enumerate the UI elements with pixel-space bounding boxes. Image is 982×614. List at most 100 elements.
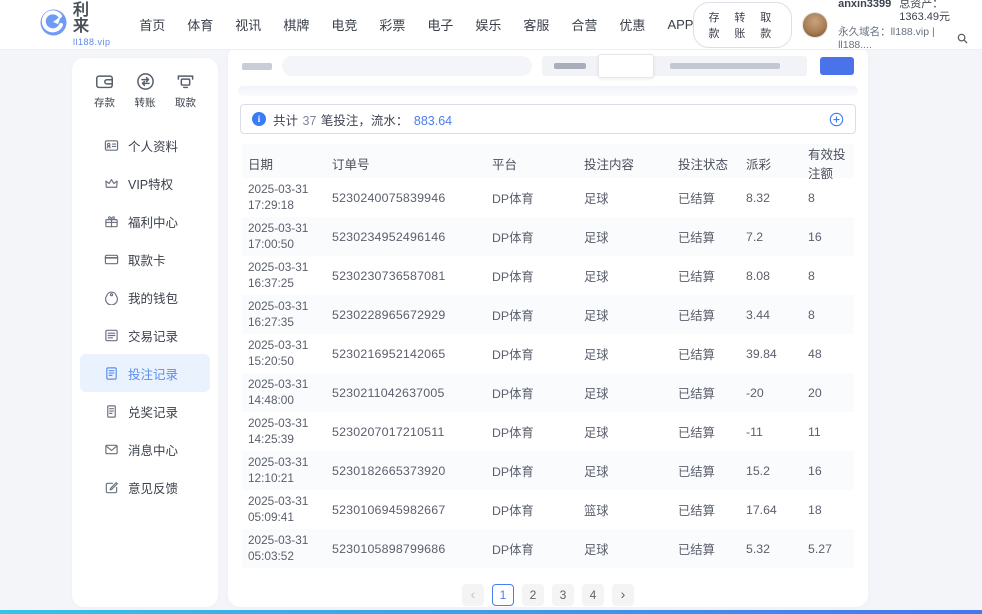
- nav-item[interactable]: 合营: [571, 15, 597, 34]
- shortcut-icon: [176, 72, 195, 91]
- menu-item-icon: [104, 214, 119, 229]
- nav-item[interactable]: 彩票: [379, 15, 405, 34]
- shortcut-label: 转账: [135, 95, 156, 110]
- nav-item[interactable]: 娱乐: [475, 15, 501, 34]
- cell-date: 2025-03-3114:25:39: [242, 416, 326, 448]
- cell-valid-amount: 16: [802, 230, 854, 244]
- menu-item-label: 意见反馈: [128, 478, 178, 497]
- pagination-pages: 1 2 3 4: [492, 584, 604, 606]
- sidebar: 存款 转账 取款 个人资料 VIP特权: [72, 58, 218, 607]
- menu-item-label: 消息中心: [128, 440, 178, 459]
- sidebar-menu-item[interactable]: 取款卡: [80, 240, 210, 278]
- cell-payout: 8.32: [740, 191, 802, 205]
- cell-date: 2025-03-3115:20:50: [242, 338, 326, 370]
- table-header-cell: 订单号: [326, 154, 486, 173]
- cell-platform: DP体育: [486, 501, 578, 519]
- cell-order-number: 5230182665373920: [326, 464, 486, 478]
- wallet-action-link[interactable]: 转账: [734, 9, 751, 41]
- nav-item[interactable]: APP: [667, 17, 693, 32]
- cell-bet-status: 已结算: [672, 228, 740, 246]
- cell-payout: 39.84: [740, 347, 802, 361]
- wallet-action-link[interactable]: 存款: [708, 9, 725, 41]
- cell-platform: DP体育: [486, 228, 578, 246]
- pagination-page-button[interactable]: 4: [582, 584, 604, 606]
- table-row: 2025-03-3117:29:18 5230240075839946 DP体育…: [242, 178, 854, 217]
- menu-item-icon: [104, 176, 119, 191]
- cell-bet-content: 篮球: [578, 501, 672, 519]
- pagination-page-button[interactable]: 1: [492, 584, 514, 606]
- table-body: 2025-03-3117:29:18 5230240075839946 DP体育…: [242, 178, 854, 568]
- cell-payout: 7.2: [740, 230, 802, 244]
- menu-item-icon: [104, 366, 119, 381]
- pagination-page-button[interactable]: 3: [552, 584, 574, 606]
- table-header-cell: 投注状态: [672, 154, 740, 173]
- table-row: 2025-03-3117:00:50 5230234952496146 DP体育…: [242, 217, 854, 256]
- cell-platform: DP体育: [486, 267, 578, 285]
- nav-item[interactable]: 体育: [187, 15, 213, 34]
- cell-payout: -11: [740, 425, 802, 439]
- menu-item-label: 兑奖记录: [128, 402, 178, 421]
- nav-item[interactable]: 优惠: [619, 15, 645, 34]
- sidebar-menu-item[interactable]: 投注记录: [80, 354, 210, 392]
- sidebar-shortcut[interactable]: 取款: [175, 72, 196, 110]
- site-logo[interactable]: 利 来 ll188.vip: [40, 3, 115, 47]
- sidebar-shortcut[interactable]: 存款: [94, 72, 115, 110]
- search-icon[interactable]: [957, 33, 968, 44]
- cell-valid-amount: 20: [802, 386, 854, 400]
- sidebar-menu-item[interactable]: 意见反馈: [80, 468, 210, 506]
- sidebar-menu-item[interactable]: 消息中心: [80, 430, 210, 468]
- filter-search-button[interactable]: [820, 57, 854, 75]
- nav-item[interactable]: 视讯: [235, 15, 261, 34]
- footer-accent-bar: [0, 610, 982, 614]
- cell-bet-content: 足球: [578, 189, 672, 207]
- menu-item-icon: [104, 138, 119, 153]
- sidebar-menu-item[interactable]: 我的钱包: [80, 278, 210, 316]
- total-assets: 总资产： 1363.49元: [899, 0, 968, 24]
- user-info[interactable]: anxin3399 总资产： 1363.49元 永久域名：ll188.vip |…: [838, 0, 968, 51]
- cell-date: 2025-03-3117:29:18: [242, 182, 326, 214]
- cell-bet-content: 足球: [578, 540, 672, 558]
- menu-item-label: VIP特权: [128, 174, 173, 193]
- nav-item[interactable]: 电竞: [331, 15, 357, 34]
- pagination-prev-button[interactable]: ‹: [462, 584, 484, 606]
- cell-bet-content: 足球: [578, 462, 672, 480]
- wallet-quick-actions: 存款 转账 取款: [693, 2, 792, 48]
- top-header: 利 来 ll188.vip 首页 体育 视讯 棋牌 电竞 彩票 电子 娱乐 客服…: [0, 0, 982, 50]
- cell-valid-amount: 48: [802, 347, 854, 361]
- cell-bet-status: 已结算: [672, 267, 740, 285]
- cell-date: 2025-03-3116:37:25: [242, 260, 326, 292]
- cell-date: 2025-03-3105:09:41: [242, 494, 326, 526]
- cell-bet-status: 已结算: [672, 540, 740, 558]
- nav-item[interactable]: 电子: [427, 15, 453, 34]
- nav-item[interactable]: 客服: [523, 15, 549, 34]
- expand-circle-plus-icon[interactable]: [829, 112, 844, 127]
- sidebar-menu-item[interactable]: 交易记录: [80, 316, 210, 354]
- nav-item[interactable]: 首页: [139, 15, 165, 34]
- cell-bet-content: 足球: [578, 345, 672, 363]
- filter-tab-text: [670, 63, 780, 69]
- cell-order-number: 5230106945982667: [326, 503, 486, 517]
- sidebar-menu-item[interactable]: 福利中心: [80, 202, 210, 240]
- cell-payout: 8.08: [740, 269, 802, 283]
- sidebar-menu-item[interactable]: 兑奖记录: [80, 392, 210, 430]
- sidebar-shortcut[interactable]: 转账: [135, 72, 156, 110]
- cell-bet-content: 足球: [578, 228, 672, 246]
- cell-payout: 3.44: [740, 308, 802, 322]
- sidebar-menu-item[interactable]: 个人资料: [80, 126, 210, 164]
- user-avatar[interactable]: [802, 12, 828, 38]
- nav-item[interactable]: 棋牌: [283, 15, 309, 34]
- main-panel: i 共计 37 笔投注，流水： 883.64 日期订单号平台投注内容投注状态派彩…: [228, 46, 868, 607]
- menu-item-icon: [104, 252, 119, 267]
- pagination-next-button[interactable]: ›: [612, 584, 634, 606]
- sidebar-menu-item[interactable]: VIP特权: [80, 164, 210, 202]
- table-header-cell: 日期: [242, 154, 326, 173]
- wallet-action-link[interactable]: 取款: [760, 9, 777, 41]
- pagination-page-button[interactable]: 2: [522, 584, 544, 606]
- filter-tab-active[interactable]: [598, 54, 654, 78]
- table-header-cell: 有效投注额: [802, 144, 854, 182]
- filter-date-range-tabs[interactable]: [542, 56, 807, 76]
- filter-input[interactable]: [282, 56, 532, 76]
- cell-platform: DP体育: [486, 345, 578, 363]
- cell-valid-amount: 18: [802, 503, 854, 517]
- cell-order-number: 5230240075839946: [326, 191, 486, 205]
